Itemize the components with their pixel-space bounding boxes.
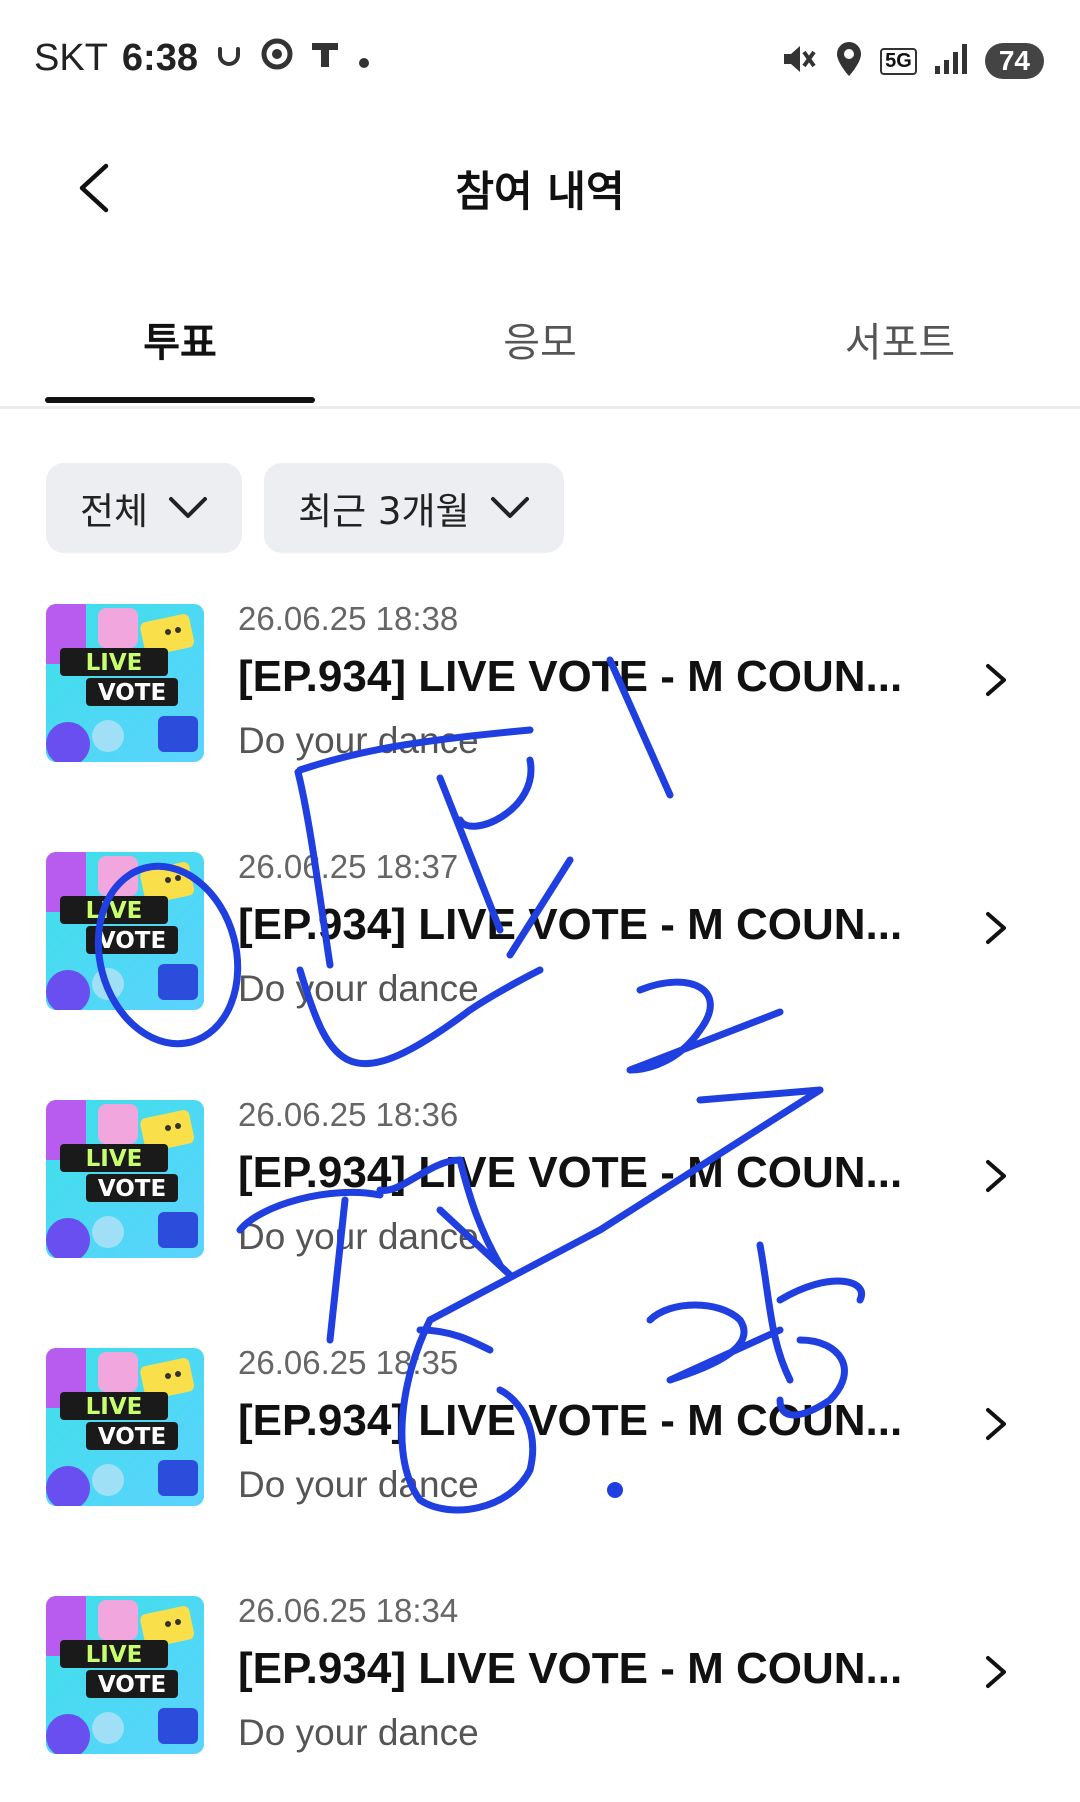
thumb-line2: VOTE [98,1424,166,1450]
chevron-down-icon [169,497,208,518]
live-vote-thumbnail: LIVE VOTE [46,1100,204,1258]
status-right: 5G 74 [780,40,1044,82]
filter-period-label: 최근 3개월 [298,490,470,533]
item-subtitle: Do your dance [238,1216,479,1257]
chevron-right-icon [986,912,1006,944]
thumb-line2: VOTE [98,1176,166,1202]
t-app-icon [308,36,342,80]
list-item[interactable]: LIVE VOTE 26.06.25 18:36 [EP.934] LIVE V… [0,1096,1080,1266]
network-5g-icon: 5G [880,47,917,75]
tab-entry[interactable]: 응모 [405,310,675,368]
chevron-right-icon [986,664,1006,696]
chevron-down-icon [490,497,529,518]
list-item[interactable]: LIVE VOTE 26.06.25 18:37 [EP.934] LIVE V… [0,848,1080,1018]
filter-category-label: 전체 [80,490,149,533]
smile-icon [212,36,246,80]
clock: 6:38 [121,36,198,79]
list-item[interactable]: LIVE VOTE 26.06.25 18:35 [EP.934] LIVE V… [0,1344,1080,1514]
thumb-line1: LIVE [86,1146,143,1172]
item-subtitle: Do your dance [238,720,479,761]
tab-bar: 투표 응모 서포트 [0,280,1080,409]
carrier-label: SKT [34,36,108,79]
list-item[interactable]: LIVE VOTE 26.06.25 18:38 [EP.934] LIVE V… [0,600,1080,770]
item-title: [EP.934] LIVE VOTE - M COUN... [238,1396,903,1445]
active-tab-indicator [45,397,315,403]
thumb-line2: VOTE [98,928,166,954]
live-vote-thumbnail: LIVE VOTE [46,604,204,762]
chevron-right-icon [986,1656,1006,1688]
filter-category-dropdown[interactable]: 전체 [46,463,243,553]
item-date: 26.06.25 18:35 [238,1344,459,1381]
app-header: 참여 내역 [0,120,1080,250]
location-icon [834,40,864,82]
item-subtitle: Do your dance [238,1464,479,1505]
thumb-line1: LIVE [86,1642,143,1668]
item-subtitle: Do your dance [238,968,479,1009]
item-title: [EP.934] LIVE VOTE - M COUN... [238,900,903,949]
thumb-line2: VOTE [98,680,166,706]
item-title: [EP.934] LIVE VOTE - M COUN... [238,1644,903,1693]
thumb-line1: LIVE [86,1394,143,1420]
thumb-line1: LIVE [86,650,143,676]
item-title: [EP.934] LIVE VOTE - M COUN... [238,1148,903,1197]
chevron-right-icon [986,1160,1006,1192]
tab-vote[interactable]: 투표 [45,310,315,368]
battery-indicator: 74 [984,43,1044,79]
item-date: 26.06.25 18:36 [238,1096,459,1133]
thumb-line2: VOTE [98,1672,166,1698]
chevron-right-icon [986,1408,1006,1440]
live-vote-thumbnail: LIVE VOTE [46,852,204,1010]
page-title: 참여 내역 [455,167,625,216]
filter-bar: 전체 최근 3개월 [46,463,564,553]
status-bar: SKT 6:38 5G 74 [0,0,1080,120]
mute-icon [780,40,818,82]
signal-icon [933,42,969,80]
live-vote-thumbnail: LIVE VOTE [46,1596,204,1754]
status-left: SKT 6:38 [34,36,372,80]
list-item[interactable]: LIVE VOTE 26.06.25 18:34 [EP.934] LIVE V… [0,1592,1080,1762]
item-date: 26.06.25 18:38 [238,600,459,637]
browser-icon [260,36,294,80]
item-subtitle: Do your dance [238,1712,479,1753]
item-date: 26.06.25 18:34 [238,1592,459,1629]
item-date: 26.06.25 18:37 [238,848,459,885]
thumb-line1: LIVE [86,898,143,924]
item-title: [EP.934] LIVE VOTE - M COUN... [238,652,903,701]
dot-icon [356,36,372,80]
filter-period-dropdown[interactable]: 최근 3개월 [264,463,564,553]
tab-support[interactable]: 서포트 [765,310,1035,368]
live-vote-thumbnail: LIVE VOTE [46,1348,204,1506]
